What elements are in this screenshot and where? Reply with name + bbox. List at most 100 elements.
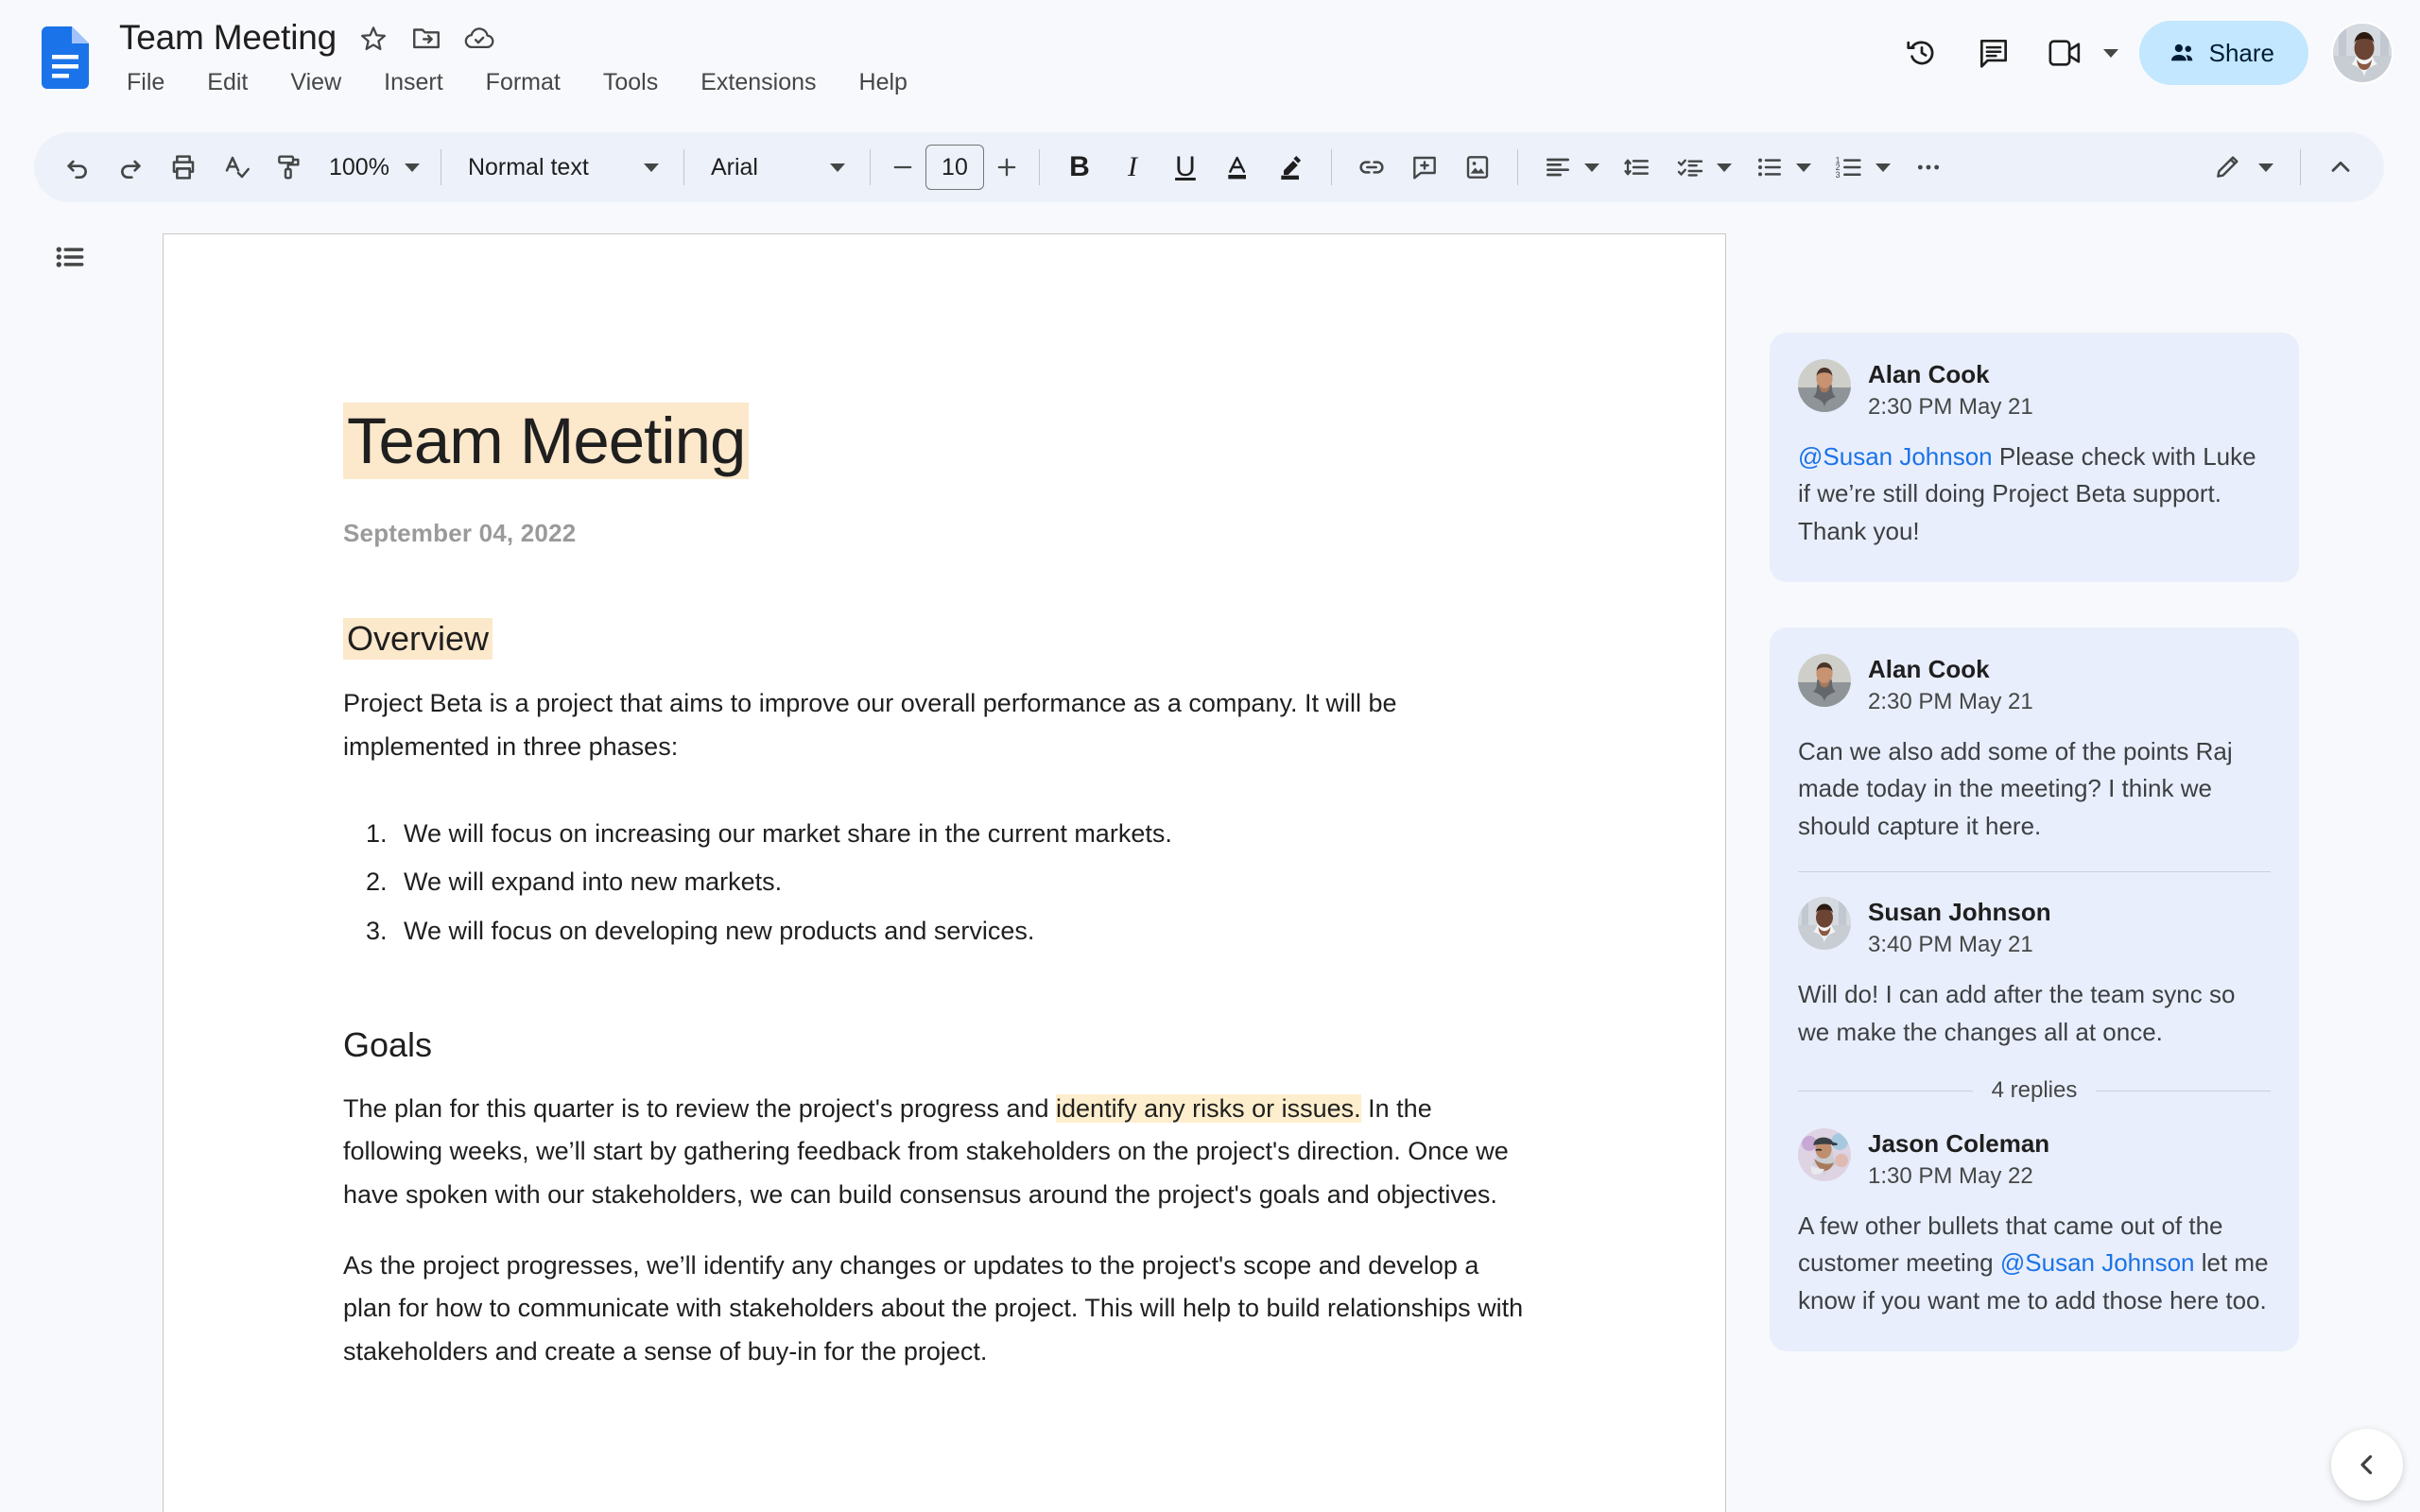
print-icon[interactable] bbox=[157, 141, 210, 194]
menu-item-view[interactable]: View bbox=[285, 66, 347, 99]
checklist-dropdown-caret-icon[interactable] bbox=[1716, 163, 1732, 172]
italic-button[interactable]: I bbox=[1106, 141, 1159, 194]
meet-button-group[interactable] bbox=[2030, 17, 2126, 89]
version-history-icon[interactable] bbox=[1886, 17, 1958, 89]
comment-timestamp: 3:40 PM May 21 bbox=[1868, 931, 2033, 957]
menu-item-insert[interactable]: Insert bbox=[378, 66, 449, 99]
move-to-folder-icon[interactable] bbox=[410, 22, 442, 54]
goals-heading-wrap: Goals bbox=[343, 955, 1546, 1065]
replies-collapse-row[interactable]: 4 replies bbox=[1798, 1077, 2271, 1104]
section-heading-goals: Goals bbox=[343, 1024, 433, 1064]
avatar bbox=[1798, 654, 1851, 708]
comment-author-block: Alan Cook 2:30 PM May 21 bbox=[1868, 654, 2033, 716]
meet-dropdown-caret-icon[interactable] bbox=[2102, 48, 2118, 58]
collapse-sidebar-button[interactable] bbox=[2331, 1429, 2403, 1501]
comment-author: Alan Cook bbox=[1868, 360, 1990, 388]
zoom-selector[interactable]: 100% bbox=[316, 141, 427, 194]
underline-button[interactable]: U bbox=[1159, 141, 1212, 194]
editing-mode-caret-icon[interactable] bbox=[2258, 163, 2273, 172]
menu-item-help[interactable]: Help bbox=[854, 66, 913, 99]
share-button-label: Share bbox=[2208, 38, 2274, 67]
paint-format-icon[interactable] bbox=[263, 141, 316, 194]
insert-link-icon[interactable] bbox=[1345, 141, 1398, 194]
decrease-font-size-button[interactable] bbox=[884, 141, 922, 194]
avatar[interactable] bbox=[2331, 22, 2394, 84]
menu-item-format[interactable]: Format bbox=[480, 66, 566, 99]
highlight-color-icon[interactable] bbox=[1265, 141, 1318, 194]
text-color-icon[interactable] bbox=[1212, 141, 1265, 194]
checklist-icon[interactable] bbox=[1664, 141, 1717, 194]
comment-author: Jason Coleman bbox=[1868, 1129, 2050, 1159]
divider bbox=[1038, 149, 1040, 185]
divider bbox=[2300, 149, 2301, 185]
comment-reply-header: Susan Johnson 3:40 PM May 21 bbox=[1798, 897, 2271, 959]
font-family-selector[interactable]: Arial bbox=[698, 141, 856, 194]
document-page[interactable]: Team Meeting September 04, 2022 Overview… bbox=[163, 233, 1726, 1512]
menu-item-file[interactable]: File bbox=[121, 66, 170, 99]
overview-numbered-list: We will focus on increasing our market s… bbox=[343, 810, 1546, 955]
comment-author: Susan Johnson bbox=[1868, 898, 2051, 927]
divider bbox=[1798, 871, 2271, 873]
chevron-left-icon bbox=[2360, 1454, 2373, 1475]
menu-item-extensions[interactable]: Extensions bbox=[695, 66, 821, 99]
title-block: Team Meeting File Edit View Insert Forma… bbox=[119, 11, 913, 99]
font-size-stepper: 10 bbox=[884, 141, 1026, 194]
document-heading-wrap: Team Meeting bbox=[343, 403, 1546, 479]
title-row: Team Meeting bbox=[119, 11, 913, 64]
divider bbox=[683, 149, 684, 185]
numbered-dropdown-caret-icon[interactable] bbox=[1875, 163, 1891, 172]
insert-image-icon[interactable] bbox=[1451, 141, 1504, 194]
bullet-dropdown-caret-icon[interactable] bbox=[1795, 163, 1811, 172]
comment-reply-body: Will do! I can add after the team sync s… bbox=[1798, 980, 2236, 1046]
page-title[interactable]: Team Meeting bbox=[119, 18, 337, 58]
chevron-up-icon[interactable] bbox=[2314, 141, 2367, 194]
divider bbox=[1516, 149, 1518, 185]
google-docs-icon[interactable] bbox=[42, 26, 89, 89]
comment-thread[interactable]: Alan Cook 2:30 PM May 21 @Susan Johnson … bbox=[1770, 333, 2299, 583]
comment-history-icon[interactable] bbox=[1958, 17, 2030, 89]
replies-count-label: 4 replies bbox=[1991, 1077, 2078, 1104]
chevron-down-icon bbox=[404, 163, 420, 172]
comment-thread[interactable]: Alan Cook 2:30 PM May 21 Can we also add… bbox=[1770, 627, 2299, 1352]
font-size-input[interactable]: 10 bbox=[925, 145, 984, 190]
align-left-icon[interactable] bbox=[1531, 141, 1584, 194]
avatar bbox=[1798, 359, 1851, 412]
document-subtitle: September 04, 2022 bbox=[343, 519, 577, 548]
divider bbox=[1330, 149, 1332, 185]
zoom-level-label: 100% bbox=[329, 153, 389, 180]
menu-item-edit[interactable]: Edit bbox=[201, 66, 253, 99]
avatar bbox=[1798, 1128, 1851, 1182]
numbered-list-icon[interactable]: 123 bbox=[1823, 141, 1876, 194]
increase-font-size-button[interactable] bbox=[988, 141, 1026, 194]
paragraph-style-label: Normal text bbox=[467, 153, 589, 180]
meet-camera-icon[interactable] bbox=[2030, 17, 2101, 89]
formatting-toolbar: 100% Normal text Arial 10 B I U 1 2 3 bbox=[34, 132, 2384, 202]
overview-heading-wrap: Overview bbox=[343, 548, 1546, 661]
menu-item-tools[interactable]: Tools bbox=[597, 66, 664, 99]
share-button[interactable]: Share bbox=[2138, 21, 2308, 85]
align-dropdown-caret-icon[interactable] bbox=[1583, 163, 1599, 172]
redo-icon[interactable] bbox=[104, 141, 157, 194]
bulleted-list-icon[interactable] bbox=[1743, 141, 1796, 194]
document-body: Team Meeting September 04, 2022 Overview… bbox=[164, 234, 1725, 1373]
comments-sidebar: Alan Cook 2:30 PM May 21 @Susan Johnson … bbox=[1770, 333, 2299, 1397]
cloud-saved-icon[interactable] bbox=[463, 22, 495, 54]
more-options-icon[interactable] bbox=[1902, 141, 1955, 194]
comment-header: Alan Cook 2:30 PM May 21 bbox=[1798, 359, 2271, 421]
mention-link[interactable]: @Susan Johnson bbox=[1798, 442, 1993, 471]
font-family-label: Arial bbox=[710, 153, 758, 180]
comment-last-reply-header: Jason Coleman 1:30 PM May 22 bbox=[1798, 1128, 2271, 1191]
star-icon[interactable] bbox=[357, 22, 389, 54]
spellcheck-icon[interactable] bbox=[210, 141, 263, 194]
add-comment-icon[interactable] bbox=[1398, 141, 1451, 194]
italic-label: I bbox=[1127, 151, 1137, 182]
pencil-editing-icon[interactable] bbox=[2202, 141, 2255, 194]
mention-link[interactable]: @Susan Johnson bbox=[2000, 1248, 2195, 1277]
undo-icon[interactable] bbox=[51, 141, 104, 194]
bold-button[interactable]: B bbox=[1053, 141, 1106, 194]
paragraph-style-selector[interactable]: Normal text bbox=[455, 141, 670, 194]
line-spacing-icon[interactable] bbox=[1611, 141, 1664, 194]
chevron-down-icon bbox=[643, 163, 659, 172]
svg-text:3: 3 bbox=[1836, 170, 1841, 180]
document-outline-icon[interactable] bbox=[40, 227, 100, 287]
